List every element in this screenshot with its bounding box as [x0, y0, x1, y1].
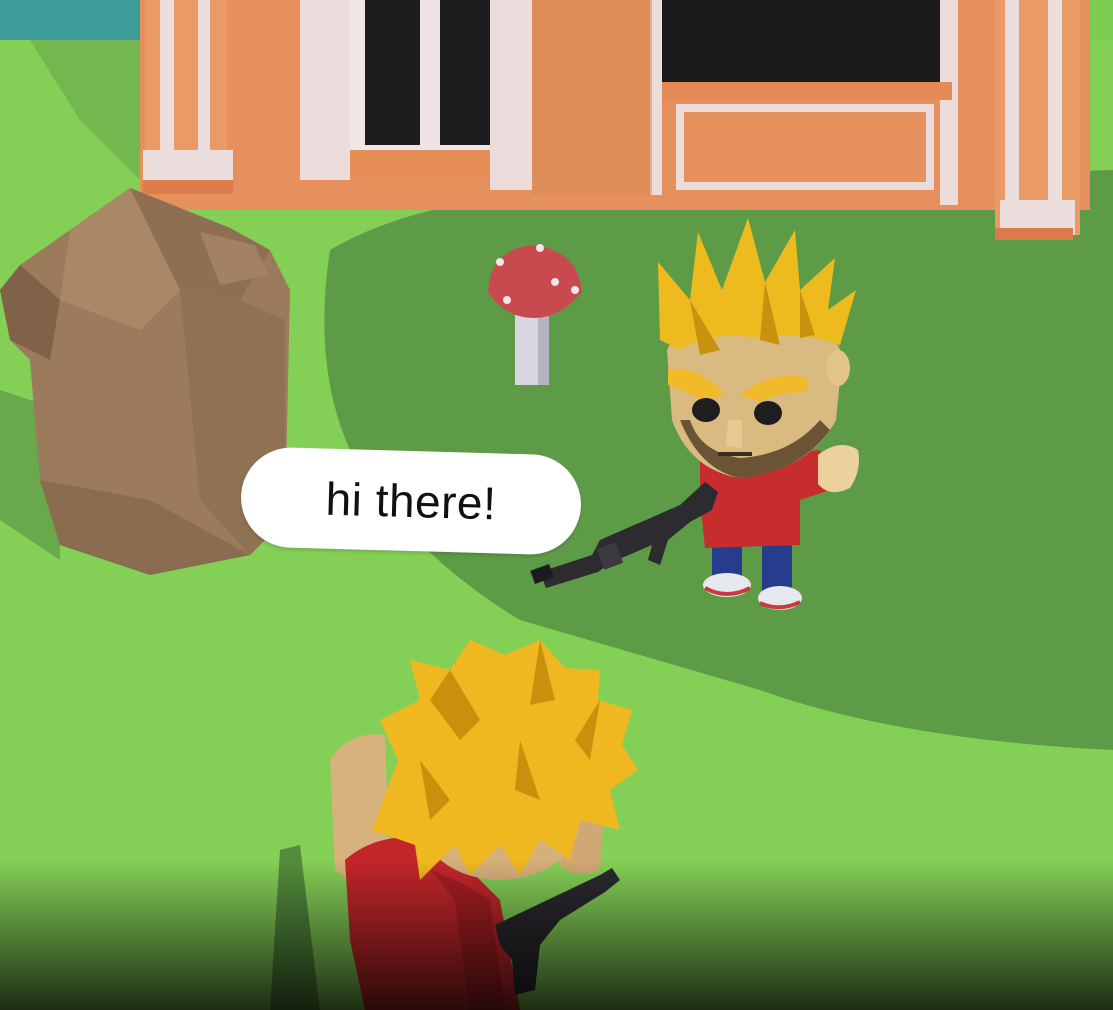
- chat-message-text: hi there!: [324, 472, 498, 530]
- game-viewport[interactable]: hi there!: [0, 0, 1113, 1010]
- house: [140, 0, 1090, 240]
- chat-speech-bubble: hi there!: [239, 446, 583, 556]
